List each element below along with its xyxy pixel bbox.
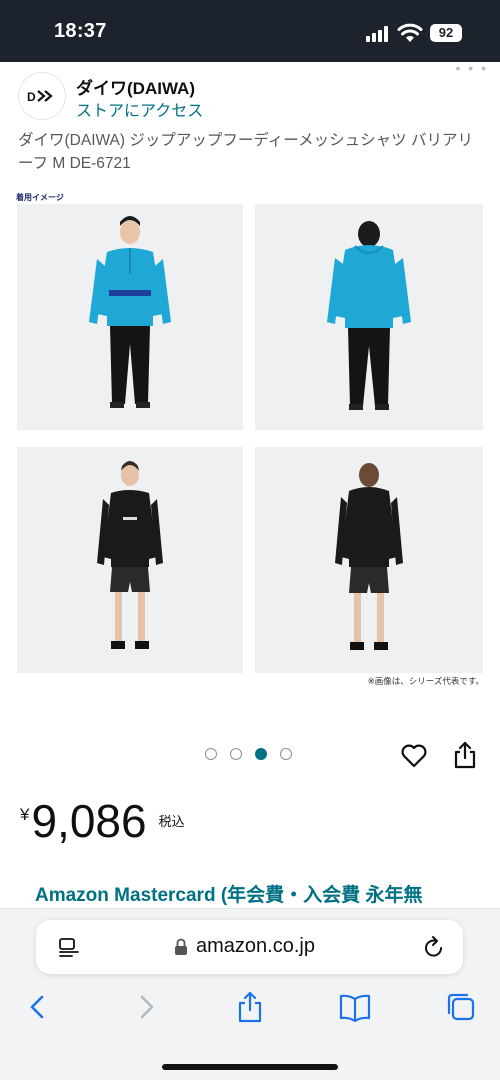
back-icon[interactable]: [22, 990, 56, 1024]
store-link[interactable]: ストアにアクセス: [76, 97, 203, 121]
price-symbol: ¥: [20, 805, 30, 824]
photo-woman-front: [17, 447, 243, 673]
status-time: 18:37: [54, 20, 107, 42]
toolbar-share-icon[interactable]: [233, 990, 267, 1024]
heart-icon[interactable]: [400, 742, 428, 770]
wifi-icon: [397, 23, 423, 42]
price: ¥ 9,086 税込: [20, 795, 185, 847]
image-caption-top: 着用イメージ: [16, 193, 64, 202]
price-tax-label: 税込: [158, 814, 185, 829]
carousel-dot[interactable]: [280, 748, 292, 760]
image-caption-bottom: ※画像は、シリーズ代表です。: [367, 676, 484, 686]
daiwa-logo-icon: D: [27, 90, 53, 104]
photo-woman-back: [255, 447, 483, 673]
svg-text:D: D: [27, 90, 36, 104]
product-image[interactable]: 着用イメージ ※画像は、シリーズ代表です。: [14, 192, 488, 692]
photo-man-back: [255, 204, 483, 430]
store-logo[interactable]: D: [18, 72, 66, 120]
url-text[interactable]: amazon.co.jp: [196, 935, 315, 958]
carousel-dot[interactable]: [230, 748, 242, 760]
carousel-dot[interactable]: [205, 748, 217, 760]
photo-man-front: [17, 204, 243, 430]
price-value: 9,086: [31, 795, 147, 847]
home-indicator: [162, 1064, 338, 1070]
promo-link[interactable]: Amazon Mastercard (年会費・入会費 永年無: [35, 880, 475, 907]
signal-icon: [366, 26, 390, 42]
address-bar[interactable]: amazon.co.jp: [36, 920, 463, 974]
tabs-icon[interactable]: [444, 990, 478, 1024]
forward-icon[interactable]: [128, 990, 162, 1024]
bookmarks-icon[interactable]: [338, 990, 372, 1024]
carousel-dot-active[interactable]: [255, 748, 267, 760]
more-dots-icon: • • •: [455, 60, 488, 76]
page-menu-icon[interactable]: [58, 936, 80, 958]
lock-icon: [175, 938, 187, 955]
reload-icon[interactable]: [423, 935, 445, 959]
product-title: ダイワ(DAIWA) ジップアップフーディーメッシュシャツ バリアリーフ M D…: [18, 132, 473, 172]
battery-icon: 92: [430, 24, 462, 42]
share-icon[interactable]: [453, 740, 477, 770]
carousel-dots[interactable]: [205, 748, 292, 760]
status-bar: 18:37 92: [0, 0, 500, 62]
store-name: ダイワ(DAIWA): [76, 79, 195, 98]
